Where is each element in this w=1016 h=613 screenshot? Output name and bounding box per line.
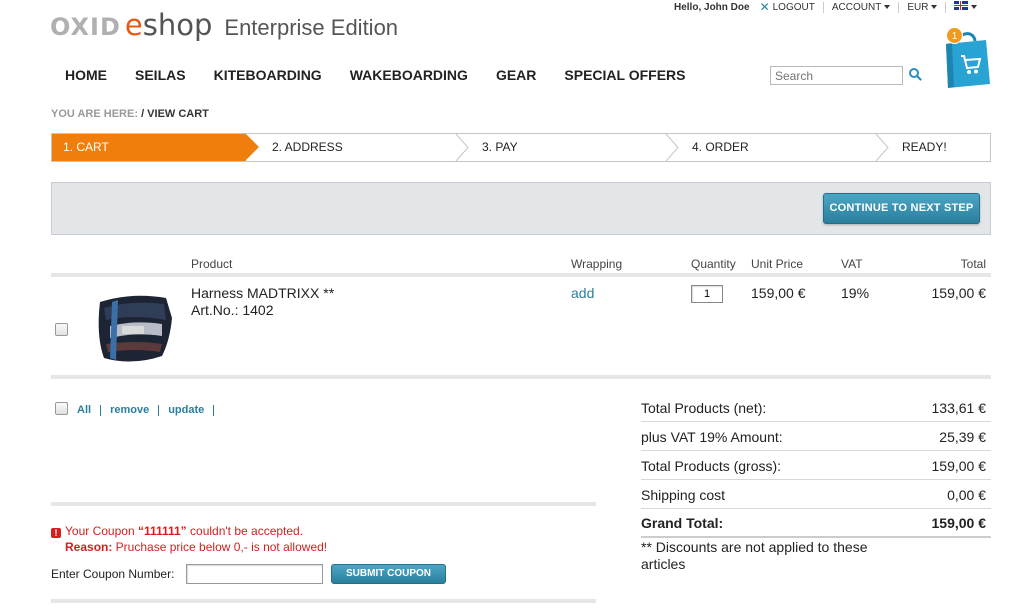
- error-text-suffix: couldn't be accepted.: [186, 524, 304, 538]
- remove-link[interactable]: remove: [110, 404, 149, 416]
- total-net-value: 133,61 €: [931, 400, 987, 416]
- vat-rate: 19%: [841, 285, 870, 301]
- header-total: Total: [960, 257, 986, 271]
- divider: [51, 599, 596, 603]
- row-select-checkbox[interactable]: [55, 323, 68, 336]
- unit-price: 159,00 €: [751, 285, 806, 301]
- search-input[interactable]: [770, 66, 903, 85]
- divider: [51, 375, 991, 379]
- nav-gear[interactable]: GEAR: [496, 67, 536, 83]
- breadcrumb-prefix: YOU ARE HERE:: [51, 108, 138, 120]
- main-navigation: HOME SEILAS KITEBOARDING WAKEBOARDING GE…: [65, 67, 713, 83]
- account-label: ACCOUNT: [831, 1, 882, 13]
- nav-home[interactable]: HOME: [65, 67, 107, 83]
- header-wrapping: Wrapping: [571, 257, 623, 271]
- shipping-value: 0,00 €: [947, 487, 986, 503]
- select-all-checkbox[interactable]: [55, 402, 68, 415]
- logo-eshop-text: eshop: [125, 8, 212, 42]
- total-gross-label: Total Products (gross):: [641, 458, 782, 474]
- total-gross-value: 159,00 €: [931, 458, 987, 474]
- breadcrumb-current: / VIEW CART: [141, 108, 209, 120]
- reason-label: Reason:: [65, 540, 113, 554]
- select-all-link[interactable]: All: [77, 404, 91, 416]
- divider: [641, 450, 991, 451]
- vat-amount-label: plus VAT 19% Amount:: [641, 429, 783, 445]
- close-icon: ✕: [759, 0, 770, 14]
- product-artno: Art.No.: 1402: [191, 302, 274, 318]
- quantity-input[interactable]: [691, 285, 723, 303]
- chevron-right-icon: [665, 134, 679, 161]
- add-wrapping-link[interactable]: add: [571, 285, 594, 301]
- submit-coupon-button[interactable]: SUBMIT COUPON: [331, 564, 446, 584]
- coupon-error: ! Your Coupon “111111” couldn't be accept…: [51, 523, 327, 555]
- basket-count-badge: 1: [946, 27, 963, 44]
- step-ready[interactable]: READY!: [902, 134, 947, 161]
- step-cart[interactable]: 1. CART: [63, 134, 109, 161]
- chevron-down-icon: [971, 5, 978, 10]
- logout-link[interactable]: ✕ LOGOUT: [760, 0, 815, 14]
- divider: [641, 479, 991, 480]
- logout-label: LOGOUT: [772, 1, 815, 13]
- divider: [641, 508, 991, 509]
- coupon-input[interactable]: [186, 564, 323, 584]
- update-link[interactable]: update: [168, 404, 204, 416]
- shipping-label: Shipping cost: [641, 487, 726, 503]
- divider: [822, 1, 824, 13]
- currency-menu[interactable]: EUR: [907, 1, 938, 13]
- divider: [213, 404, 215, 416]
- grand-total-value: 159,00 €: [931, 515, 987, 531]
- shop-logo[interactable]: OXID eshop Enterprise Edition: [50, 8, 398, 42]
- logo-shop-letters: shop: [142, 8, 213, 42]
- chevron-right-icon: [875, 134, 889, 161]
- vat-amount-value: 25,39 €: [939, 429, 986, 445]
- edition-label: Enterprise Edition: [224, 15, 399, 40]
- chevron-down-icon: [931, 4, 938, 9]
- currency-label: EUR: [907, 1, 929, 13]
- continue-button[interactable]: CONTINUE TO NEXT STEP: [823, 193, 980, 224]
- service-bar: Hello, John Doe ✕ LOGOUT ACCOUNT EUR: [674, 0, 978, 14]
- divider: [51, 273, 991, 277]
- error-icon: !: [51, 528, 61, 538]
- reason-text: Pruchase price below 0,- is not allowed!: [112, 540, 328, 554]
- divider: [158, 404, 160, 416]
- language-menu[interactable]: [954, 1, 978, 13]
- greeting: Hello, John Doe: [674, 1, 750, 13]
- logo-e-letter: e: [124, 8, 143, 42]
- discount-note: ** Discounts are not applied to these ar…: [641, 539, 868, 572]
- total-net-label: Total Products (net):: [641, 400, 767, 416]
- product-name[interactable]: Harness MADTRIXX **: [191, 285, 334, 301]
- coupon-label: Enter Coupon Number:: [51, 567, 175, 581]
- step-order[interactable]: 4. ORDER: [692, 134, 749, 161]
- nav-seilas[interactable]: SEILAS: [135, 67, 186, 83]
- header-quantity: Quantity: [691, 257, 736, 271]
- header-product: Product: [191, 257, 233, 271]
- list-actions: All remove update: [77, 404, 223, 416]
- chevron-right-icon: [455, 134, 469, 161]
- product-image[interactable]: [92, 290, 176, 366]
- divider: [641, 536, 991, 538]
- nav-wakeboarding[interactable]: WAKEBOARDING: [350, 67, 468, 83]
- divider: [945, 1, 947, 13]
- nav-special-offers[interactable]: SPECIAL OFFERS: [564, 67, 685, 83]
- chevron-down-icon: [884, 4, 891, 9]
- grand-total-label: Grand Total:: [641, 515, 724, 531]
- breadcrumb: YOU ARE HERE: / VIEW CART: [51, 108, 209, 120]
- header-unit-price: Unit Price: [751, 257, 804, 271]
- uk-flag-icon: [954, 1, 969, 10]
- divider: [100, 404, 102, 416]
- header-vat: VAT: [841, 257, 863, 271]
- coupon-code: “111111”: [137, 524, 187, 538]
- checkout-steps: 1. CART 2. ADDRESS 3. PAY 4. ORDER READY…: [51, 133, 991, 162]
- nav-kiteboarding[interactable]: KITEBOARDING: [214, 67, 322, 83]
- logo-oxid-text: OXID: [50, 13, 121, 41]
- divider: [898, 1, 900, 13]
- step-address[interactable]: 2. ADDRESS: [272, 134, 343, 161]
- account-menu[interactable]: ACCOUNT: [831, 1, 891, 13]
- divider: [51, 502, 596, 506]
- step-pay[interactable]: 3. PAY: [482, 134, 518, 161]
- search-icon[interactable]: [908, 67, 922, 81]
- row-total: 159,00 €: [931, 285, 987, 301]
- divider: [641, 421, 991, 422]
- error-text: Your Coupon: [65, 524, 138, 538]
